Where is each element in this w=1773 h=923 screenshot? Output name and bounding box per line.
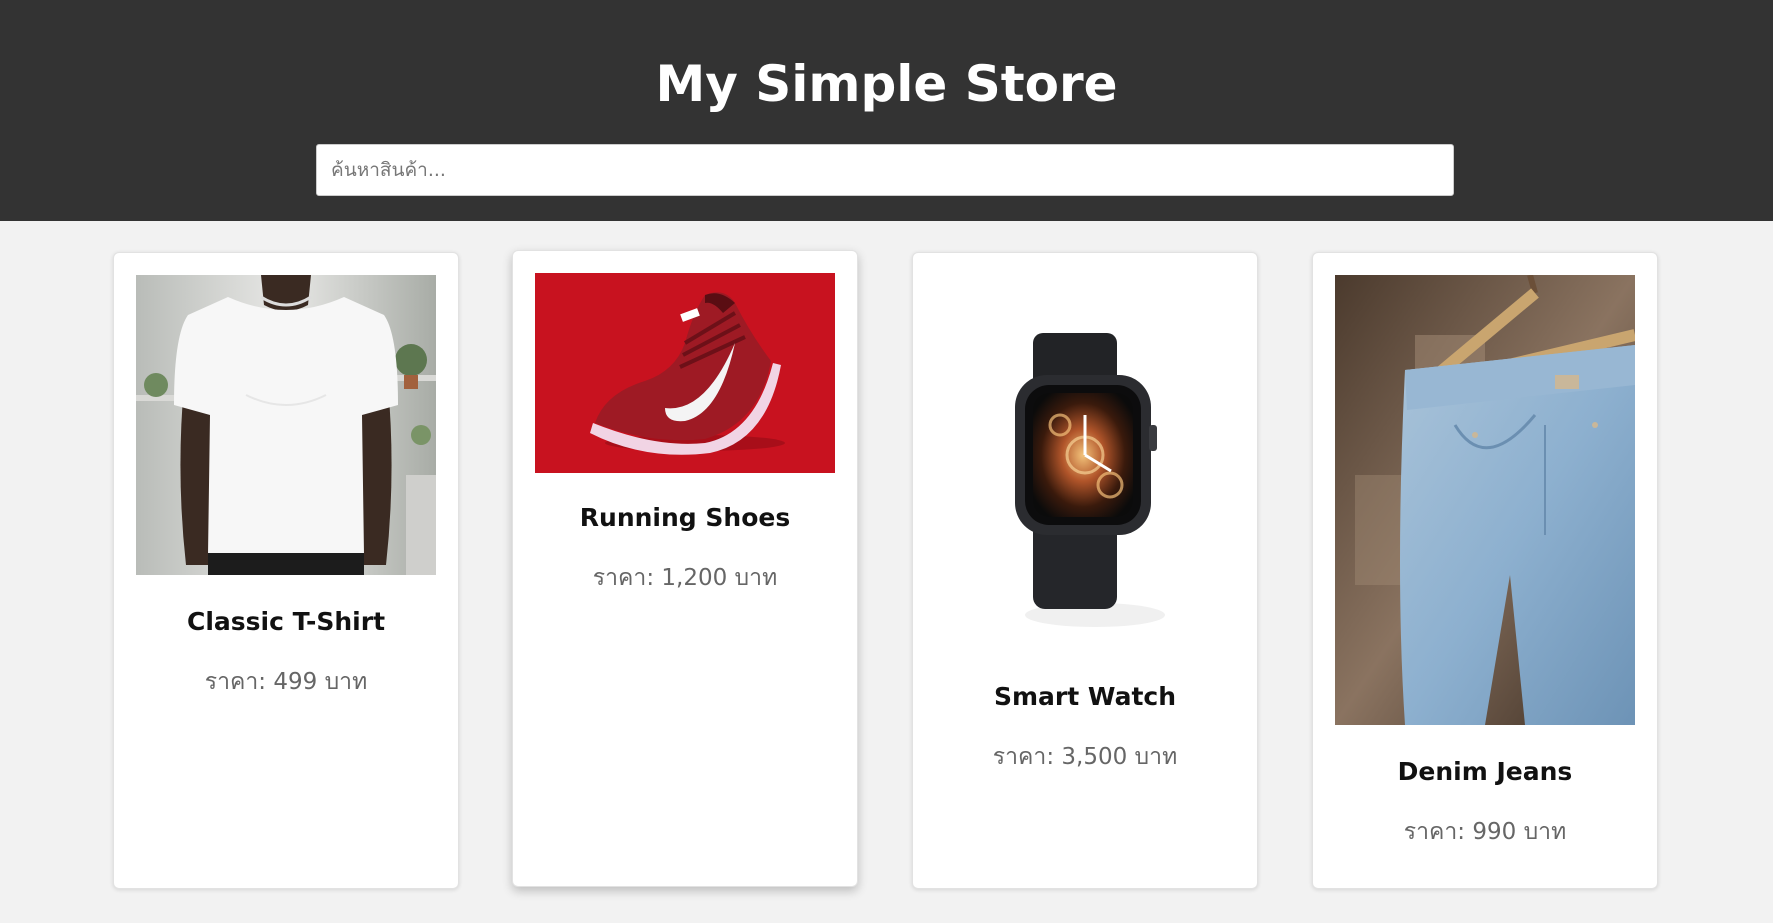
smart-watch-image: [935, 275, 1235, 650]
product-price: ราคา: 990 บาท: [1403, 819, 1567, 845]
product-price: ราคา: 499 บาท: [204, 669, 368, 695]
product-card-smart-watch[interactable]: Smart Watch ราคา: 3,500 บาท: [912, 252, 1258, 889]
product-name: Running Shoes: [579, 503, 791, 532]
running-shoe-image: [535, 273, 835, 473]
product-card-denim-jeans[interactable]: Denim Jeans ราคา: 990 บาท: [1312, 252, 1658, 889]
store-title: My Simple Store: [655, 55, 1118, 113]
site-header: My Simple Store: [0, 0, 1773, 221]
product-name: Smart Watch: [993, 682, 1177, 711]
product-price: ราคา: 3,500 บาท: [992, 744, 1178, 770]
product-name: Denim Jeans: [1397, 757, 1573, 786]
product-price: ราคา: 1,200 บาท: [592, 565, 778, 591]
product-card-tshirt[interactable]: Classic T-Shirt ราคา: 499 บาท: [113, 252, 459, 889]
denim-jeans-image: [1335, 275, 1635, 725]
product-name: Classic T-Shirt: [186, 607, 386, 636]
tshirt-image: [136, 275, 436, 575]
search-input[interactable]: [316, 144, 1454, 196]
product-card-running-shoes[interactable]: Running Shoes ราคา: 1,200 บาท: [512, 250, 858, 887]
